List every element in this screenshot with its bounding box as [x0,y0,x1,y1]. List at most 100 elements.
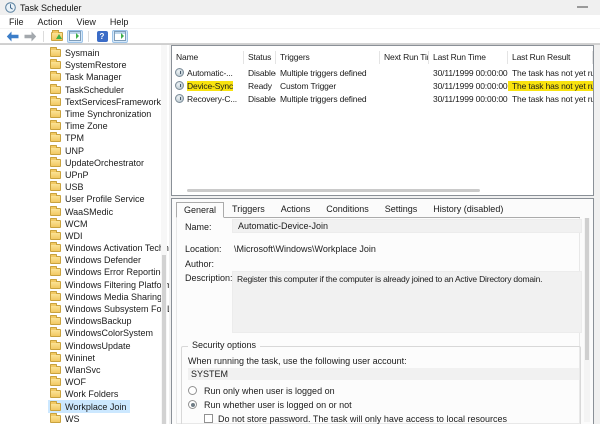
app-clock-icon [5,2,16,13]
folder-icon [50,120,61,131]
checkbox-do-not-store-password[interactable] [204,414,213,423]
location-label: Location: [185,244,222,254]
tree-item-textservicesframework[interactable]: TextServicesFramework [48,95,165,108]
tree-item-wcm[interactable]: WCM [48,217,92,230]
user-account-field: SYSTEM [188,368,579,380]
back-button[interactable] [4,30,20,43]
folder-icon [50,168,61,179]
tree-item-windows-media-sharing[interactable]: Windows Media Sharing [48,290,166,303]
folder-icon [50,156,61,167]
tree-item-windows-activation[interactable]: Windows Activation Techno [48,242,169,254]
tree-item-upnp[interactable]: UPnP [48,168,93,181]
tree-item-user-profile-service[interactable]: User Profile Service [48,193,149,205]
toolbar-separator [88,30,89,42]
menu-file[interactable]: File [2,16,31,28]
task-list-header: Name Status Triggers Next Run Time Last … [172,49,593,66]
column-header-triggers[interactable]: Triggers [276,51,380,64]
folder-icon [50,83,61,94]
details-scrollbar-thumb[interactable] [585,218,589,360]
tree-item-wininet[interactable]: Wininet [48,351,99,364]
menu-view[interactable]: View [70,16,103,28]
folder-icon [50,278,61,289]
cell-name: Automatic-... [172,68,244,78]
tree-scrollbar[interactable] [161,45,167,424]
column-header-name[interactable]: Name [172,51,244,64]
tree-item-ws[interactable]: WS [48,412,84,424]
tree-item-windowsupdate[interactable]: WindowsUpdate [48,339,135,352]
folder-icon [50,181,61,192]
tree-item-usb[interactable]: USB [48,181,88,193]
cell-last-run-time: 30/11/1999 00:00:00 [433,80,508,91]
title-bar: Task Scheduler [0,0,600,15]
toolbar-separator [43,30,44,42]
tree-item-task-manager[interactable]: Task Manager [48,71,126,83]
tree-item-waasmedic[interactable]: WaaSMedic [48,205,117,217]
help-button[interactable]: ? [94,30,110,43]
tab-settings[interactable]: Settings [377,201,426,217]
tree-item-time-synchronization[interactable]: Time Synchronization [48,108,155,120]
folder-icon [50,254,61,265]
tab-conditions[interactable]: Conditions [318,201,377,217]
folder-icon [50,229,61,240]
tree-item-unp[interactable]: UNP [48,144,88,157]
tree-item-work-folders[interactable]: Work Folders [48,388,122,400]
folder-icon [50,217,61,228]
tab-triggers[interactable]: Triggers [224,201,273,217]
folder-icon [50,351,61,362]
tree-item-wof[interactable]: WOF [48,376,90,388]
up-level-button[interactable] [49,29,65,43]
tree-item-windowscolorsystem[interactable]: WindowsColorSystem [48,327,157,339]
cell-status: Disabled [248,67,276,78]
cell-last-run-time: 30/11/1999 00:00:00 [433,67,508,78]
folder-icon [50,108,61,119]
name-label: Name: [185,222,212,232]
tree-item-windows-subsystem-for-linux[interactable]: Windows Subsystem For Li [48,303,169,315]
forward-button[interactable] [22,30,38,43]
folder-icon [50,327,61,338]
cell-name: Recovery-C... [172,94,244,104]
tree-item-windows-error-reporting[interactable]: Windows Error Reporting [48,266,169,278]
radio-run-whether-logged-on-or-not[interactable] [188,400,197,409]
menu-action[interactable]: Action [31,16,70,28]
tab-bar: General Triggers Actions Conditions Sett… [176,202,580,218]
task-row-recovery-check[interactable]: Recovery-C... Disabled Multiple triggers… [172,92,593,105]
tab-actions[interactable]: Actions [273,201,319,217]
horizontal-scrollbar-thumb[interactable] [187,189,480,192]
radio-run-only-when-logged-on[interactable] [188,386,197,395]
task-row-device-sync[interactable]: Device-Sync Ready Custom Trigger 30/11/1… [172,79,593,92]
task-row-automatic-device-join[interactable]: Automatic-... Disabled Multiple triggers… [172,66,593,79]
tab-general[interactable]: General [176,202,225,218]
description-field: Register this computer if the computer i… [232,271,582,333]
tree-item-systemrestore[interactable]: SystemRestore [48,59,131,71]
tree-item-workplace-join[interactable]: Workplace Join [48,400,131,413]
tree-item-windows-defender[interactable]: Windows Defender [48,254,145,266]
tree-scrollbar-thumb[interactable] [162,255,166,424]
action-pane-toggle-button[interactable] [112,29,128,43]
tree-item-taskscheduler[interactable]: TaskScheduler [48,83,128,96]
radio-run-whether-logged-on-or-not-label: Run whether user is logged on or not [204,400,352,410]
tree-item-sysmain[interactable]: Sysmain [48,47,104,59]
tab-history[interactable]: History (disabled) [425,201,511,217]
folder-icon [50,144,61,155]
column-header-status[interactable]: Status [244,51,276,64]
details-scrollbar[interactable] [584,218,590,422]
tree-item-updateorchestrator[interactable]: UpdateOrchestrator [48,156,148,169]
column-header-next-run-time[interactable]: Next Run Time [380,51,429,64]
tree-item-tpm[interactable]: TPM [48,132,88,144]
cell-last-run-result: The task has not yet run. [512,67,593,78]
tree-item-wlansvc[interactable]: WlanSvc [48,363,105,376]
folder-icon [50,205,61,216]
folder-icon [50,132,61,143]
toolbar: ? [0,29,600,44]
tree-item-time-zone[interactable]: Time Zone [48,120,112,132]
column-header-last-run-time[interactable]: Last Run Time [429,51,508,64]
tree-item-wdi[interactable]: WDI [48,229,87,242]
tree-item-windowsbackup[interactable]: WindowsBackup [48,315,136,327]
minimize-button[interactable] [577,6,588,8]
console-tree-toggle-button[interactable] [67,29,83,43]
folder-icon [50,290,61,301]
menu-help[interactable]: Help [103,16,136,28]
cell-triggers: Multiple triggers defined [280,67,367,78]
column-header-last-run-result[interactable]: Last Run Result [508,51,593,64]
tree-item-windows-filtering-platform[interactable]: Windows Filtering Platform [48,278,169,291]
